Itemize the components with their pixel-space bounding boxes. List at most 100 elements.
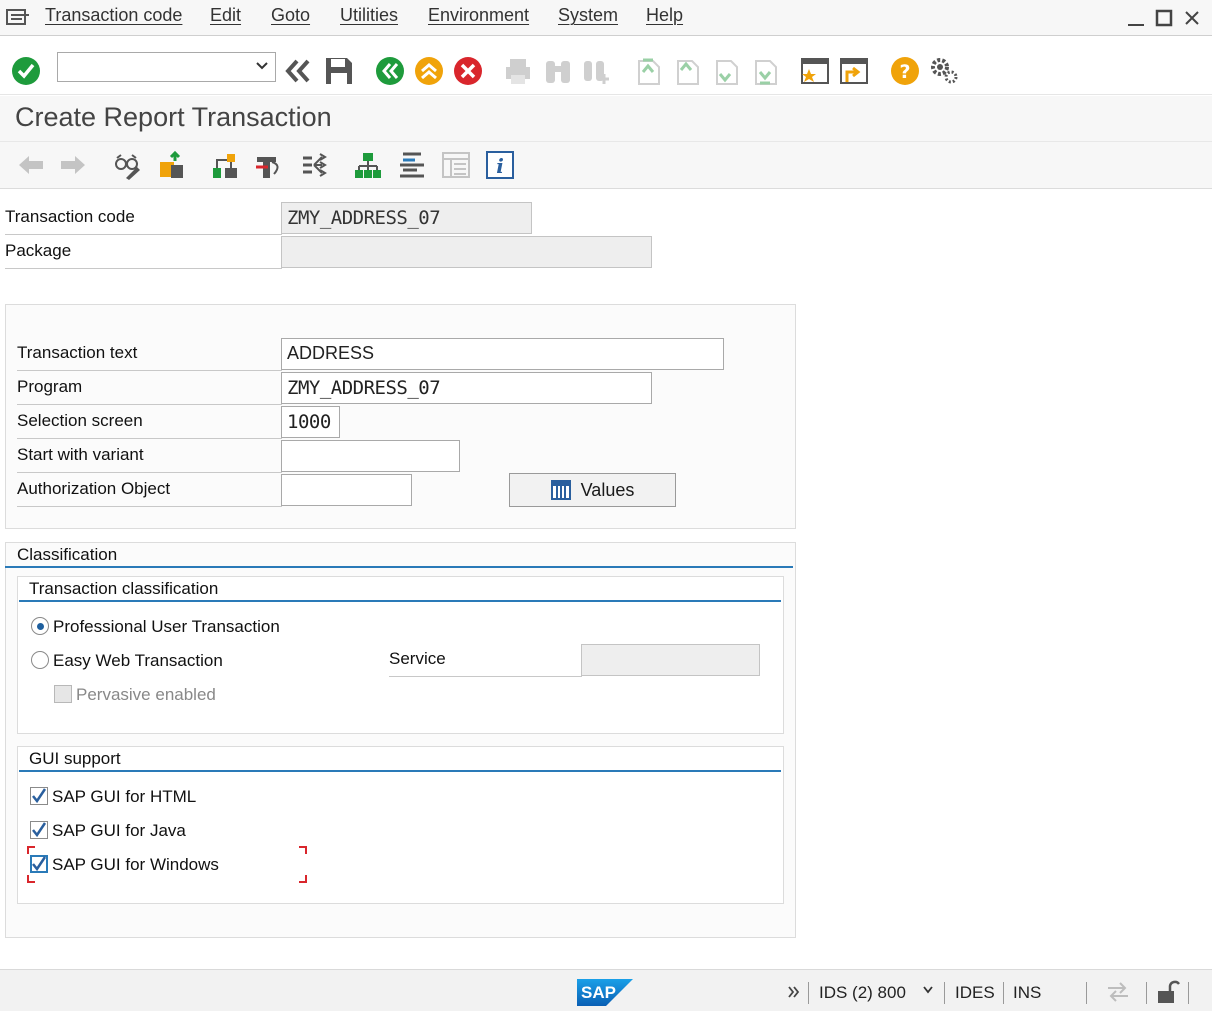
exit-icon[interactable] [414,56,444,86]
program-input[interactable]: ZMY_ADDRESS_07 [281,372,652,404]
client-info: IDES [955,983,995,1002]
gui-java-checkbox[interactable] [30,821,48,839]
start-variant-label: Start with variant [17,439,282,473]
lock-icon [1158,980,1180,1003]
enter-icon[interactable] [11,56,41,86]
service-field [581,644,760,676]
page-title: Create Report Transaction [15,102,332,132]
program-label: Program [17,371,282,405]
find-icon [546,61,570,83]
transaction-code-label: Transaction code [5,201,282,235]
save-icon[interactable] [324,56,354,86]
info-icon[interactable]: i [485,150,515,180]
selection-screen-input[interactable]: 1000 [281,406,340,438]
gui-html-checkbox[interactable] [30,787,48,805]
chevron-down-icon[interactable] [255,59,269,73]
svg-text:i: i [496,154,504,178]
first-page-icon [638,58,660,85]
service-label: Service [389,643,582,677]
shortcut-icon[interactable] [839,56,869,86]
activate-icon[interactable] [254,150,284,180]
menu-icon[interactable] [6,7,30,27]
check-icon[interactable] [210,150,240,180]
status-separator [1003,982,1004,1004]
insert-mode[interactable]: INS [1013,983,1041,1003]
other-object-icon[interactable] [157,150,187,180]
transaction-classification-divider [19,600,781,602]
checkmark-icon [32,822,47,838]
new-session-icon[interactable] [800,56,830,86]
standard-toolbar: ? [0,37,1212,95]
gui-support-divider [19,770,781,772]
classification-title: Classification [17,545,118,564]
last-page-icon [755,60,777,85]
sap-logo: SAP [577,979,633,1006]
menu-transaction-code[interactable]: Transaction code [45,5,182,26]
transaction-text-input[interactable]: ADDRESS [281,338,724,370]
chevron-down-icon[interactable] [922,984,934,996]
pervasive-checkbox [54,685,72,703]
back-history-icon[interactable] [283,56,313,86]
system-info[interactable]: IDS (2) 800 [819,983,906,1003]
menu-environment[interactable]: Environment [428,5,529,26]
package-label: Package [5,235,282,269]
customize-icon[interactable] [929,56,959,86]
expand-status-icon[interactable] [787,985,801,999]
classification-divider [5,566,793,568]
selection-screen-label: Selection screen [17,405,282,439]
status-separator [1086,982,1087,1004]
values-button[interactable]: Values [509,473,676,507]
menu-edit[interactable]: Edit [210,5,241,26]
professional-radio[interactable] [31,617,49,635]
gui-html-label: SAP GUI for HTML [52,787,197,806]
status-bar: SAP IDS (2) 800 IDES INS [0,969,1212,1011]
package-field [281,236,652,268]
gui-java-label: SAP GUI for Java [52,821,186,840]
cancel-icon[interactable] [453,56,483,86]
menu-help[interactable]: Help [646,5,683,26]
print-icon [506,59,530,84]
display-object-list-icon [442,152,470,178]
professional-label: Professional User Transaction [53,617,280,636]
svg-text:?: ? [899,61,910,83]
transaction-classification-title: Transaction classification [29,579,219,598]
title-bar: Create Report Transaction [0,96,1212,142]
menu-goto[interactable]: Goto [271,5,310,26]
focus-indicator [27,846,307,883]
forward-arrow-icon [61,156,85,174]
status-separator [808,982,809,1004]
values-button-label: Values [580,479,635,500]
application-toolbar: i [0,142,1212,189]
close-icon[interactable] [1182,8,1202,28]
menu-system[interactable]: System [558,5,618,26]
status-separator [1146,982,1147,1004]
transaction-text-label: Transaction text [17,337,282,371]
maximize-icon[interactable] [1154,8,1174,28]
object-list-icon[interactable] [397,150,427,180]
command-field[interactable] [57,52,276,82]
next-page-icon [716,60,738,85]
help-icon[interactable]: ? [890,56,920,86]
display-change-icon[interactable] [113,150,143,180]
authorization-object-input[interactable] [281,474,412,506]
transaction-code-field: ZMY_ADDRESS_07 [281,202,532,234]
connection-icon [1108,982,1128,1002]
hierarchy-icon[interactable] [353,150,383,180]
find-next-icon [584,61,609,84]
easy-web-radio[interactable] [31,651,49,669]
back-arrow-icon [19,156,43,174]
status-separator [944,982,945,1004]
pervasive-label: Pervasive enabled [76,685,216,704]
status-separator [1188,982,1189,1004]
previous-page-icon [677,60,699,85]
where-used-icon[interactable] [300,150,330,180]
easy-web-label: Easy Web Transaction [53,651,223,670]
gui-support-title: GUI support [29,749,121,768]
start-variant-input[interactable] [281,440,460,472]
minimize-icon[interactable] [1126,8,1146,28]
table-icon [550,480,571,500]
authorization-object-label: Authorization Object [17,473,282,507]
checkmark-icon [32,788,47,804]
menu-utilities[interactable]: Utilities [340,5,398,26]
back-icon[interactable] [375,56,405,86]
